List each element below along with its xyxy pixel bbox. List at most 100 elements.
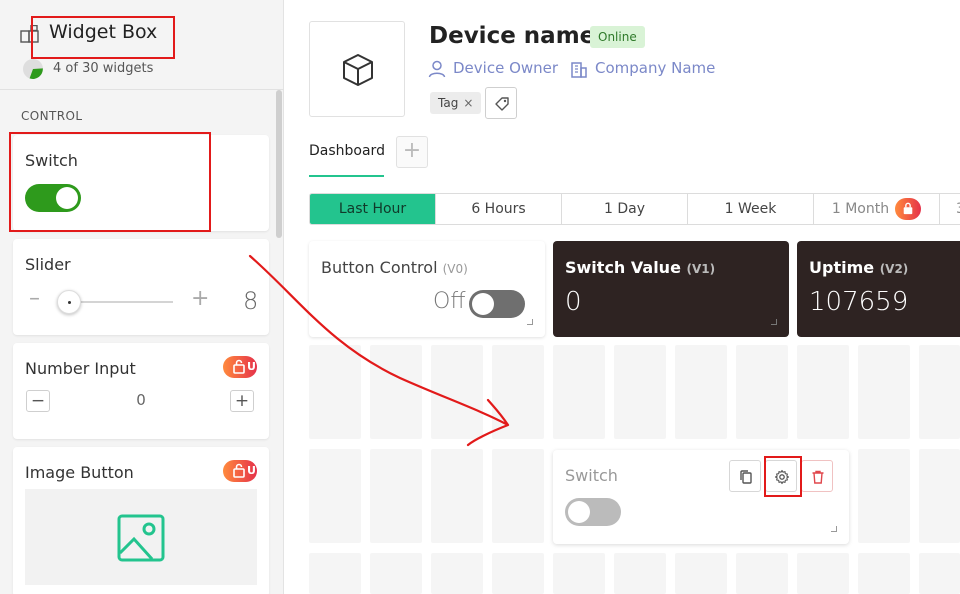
time-range-6-hours[interactable]: 6 Hours	[436, 194, 562, 224]
grid-cell-placeholder	[919, 553, 960, 594]
add-tab-button[interactable]: +	[396, 136, 428, 168]
premium-lock-icon: U	[223, 356, 257, 378]
widget-card-title: Number Input	[25, 359, 136, 378]
plus-icon: +	[191, 286, 210, 311]
grid-cell-placeholder	[431, 553, 483, 594]
grid-cell-placeholder	[614, 345, 666, 439]
grid-cell-placeholder	[553, 553, 605, 594]
grid-cell-placeholder	[431, 449, 483, 543]
number-input-value: 0	[136, 391, 146, 409]
time-range-3-months[interactable]: 3	[940, 194, 960, 224]
grid-cell-placeholder	[919, 345, 960, 439]
premium-lock-icon	[895, 198, 922, 220]
grid-cell-placeholder	[309, 345, 361, 439]
switch-toggle-preview	[25, 184, 81, 212]
widget-title-text: Switch Value	[565, 258, 681, 277]
slider-thumb	[57, 290, 81, 314]
widget-card-image-button[interactable]: Image Button U	[13, 447, 269, 594]
widget-title: Button Control (V0)	[321, 258, 468, 277]
widget-pin: (V1)	[686, 262, 716, 276]
grid-cell-placeholder	[553, 345, 605, 439]
device-image[interactable]	[309, 21, 405, 117]
widget-card-slider[interactable]: Slider – + 8	[13, 239, 269, 335]
grid-cell-placeholder	[919, 449, 960, 543]
widget-card-title: Slider	[25, 255, 71, 274]
lock-badge-suffix: U	[247, 464, 256, 477]
grid-cell-placeholder	[675, 345, 727, 439]
widget-card-number-input[interactable]: Number Input U − 0 +	[13, 343, 269, 439]
tag-chip[interactable]: Tag ×	[430, 92, 482, 114]
grid-cell-placeholder	[797, 345, 849, 439]
widget-value: 107659	[809, 287, 909, 317]
cube-icon	[343, 54, 373, 86]
grid-cell-placeholder	[492, 345, 544, 439]
widget-title-text: Button Control	[321, 258, 438, 277]
copy-icon	[740, 470, 752, 484]
button-state-label: Off	[433, 289, 466, 314]
active-tab-indicator	[309, 175, 384, 177]
trash-icon	[812, 470, 824, 484]
grid-cell-placeholder	[858, 449, 910, 543]
grid-cell-placeholder	[492, 449, 544, 543]
time-range-last-hour[interactable]: Last Hour	[310, 194, 436, 224]
grid-cell-placeholder	[675, 553, 727, 594]
building-icon	[571, 62, 587, 78]
resize-handle-icon[interactable]	[527, 319, 533, 325]
tag-icon	[495, 97, 509, 111]
minus-icon: –	[29, 286, 40, 311]
button-control-toggle[interactable]	[469, 290, 525, 318]
widget-switch-value[interactable]: Switch Value (V1) 0	[553, 241, 789, 337]
grid-cell-placeholder	[309, 553, 361, 594]
time-range-selector: Last Hour 6 Hours 1 Day 1 Week 1 Month 3	[309, 193, 960, 225]
grid-cell-placeholder	[370, 345, 422, 439]
delete-button[interactable]	[801, 460, 833, 492]
add-tag-button[interactable]	[485, 87, 517, 119]
widget-title-text: Uptime	[809, 258, 875, 277]
status-badge: Online	[590, 26, 645, 48]
widget-title: Switch	[565, 466, 618, 485]
device-name: Device name	[429, 23, 596, 49]
grid-cell-placeholder	[309, 449, 361, 543]
sidebar-divider	[0, 89, 284, 90]
resize-handle-icon[interactable]	[771, 319, 777, 325]
user-icon	[428, 60, 446, 78]
duplicate-button[interactable]	[729, 460, 761, 492]
sidebar-scrollbar[interactable]	[276, 90, 282, 238]
widget-value: 0	[565, 287, 582, 317]
widget-pin: (V0)	[442, 262, 468, 276]
grid-cell-placeholder	[492, 553, 544, 594]
minus-icon: −	[26, 390, 50, 412]
grid-cell-placeholder	[736, 553, 788, 594]
widget-count: 4 of 30 widgets	[53, 61, 154, 76]
resize-handle-icon[interactable]	[831, 526, 837, 532]
grid-cell-placeholder	[736, 345, 788, 439]
switch-toggle[interactable]	[565, 498, 621, 526]
section-label-control: CONTROL	[21, 109, 83, 123]
grid-cell-placeholder	[858, 345, 910, 439]
time-range-1-day[interactable]: 1 Day	[562, 194, 688, 224]
lock-badge-suffix: U	[247, 360, 256, 373]
widget-card-title: Image Button	[25, 463, 134, 482]
widget-box-icon	[20, 25, 39, 43]
device-owner-link[interactable]: Device Owner	[453, 59, 558, 77]
widget-card-switch[interactable]: Switch	[13, 135, 269, 231]
widget-switch[interactable]: Switch	[553, 450, 849, 544]
widget-box-sidebar: Widget Box 4 of 30 widgets CONTROL Switc…	[0, 0, 284, 594]
settings-button[interactable]	[765, 460, 797, 492]
grid-cell-placeholder	[614, 553, 666, 594]
tab-dashboard[interactable]: Dashboard	[309, 143, 385, 159]
plus-icon: +	[230, 390, 254, 412]
widget-card-title: Switch	[25, 151, 78, 170]
widget-usage-pie-icon	[23, 59, 43, 79]
company-name-link[interactable]: Company Name	[595, 59, 715, 77]
widget-uptime[interactable]: Uptime (V2) 107659	[797, 241, 960, 337]
widget-title: Switch Value (V1)	[565, 258, 715, 277]
time-range-1-week[interactable]: 1 Week	[688, 194, 814, 224]
widget-button-control[interactable]: Button Control (V0) Off	[309, 241, 545, 337]
time-range-1-month[interactable]: 1 Month	[814, 194, 940, 224]
close-icon[interactable]: ×	[463, 96, 473, 110]
grid-cell-placeholder	[797, 553, 849, 594]
widget-pin: (V2)	[879, 262, 909, 276]
tag-label: Tag	[438, 96, 459, 110]
grid-cell-placeholder	[431, 345, 483, 439]
